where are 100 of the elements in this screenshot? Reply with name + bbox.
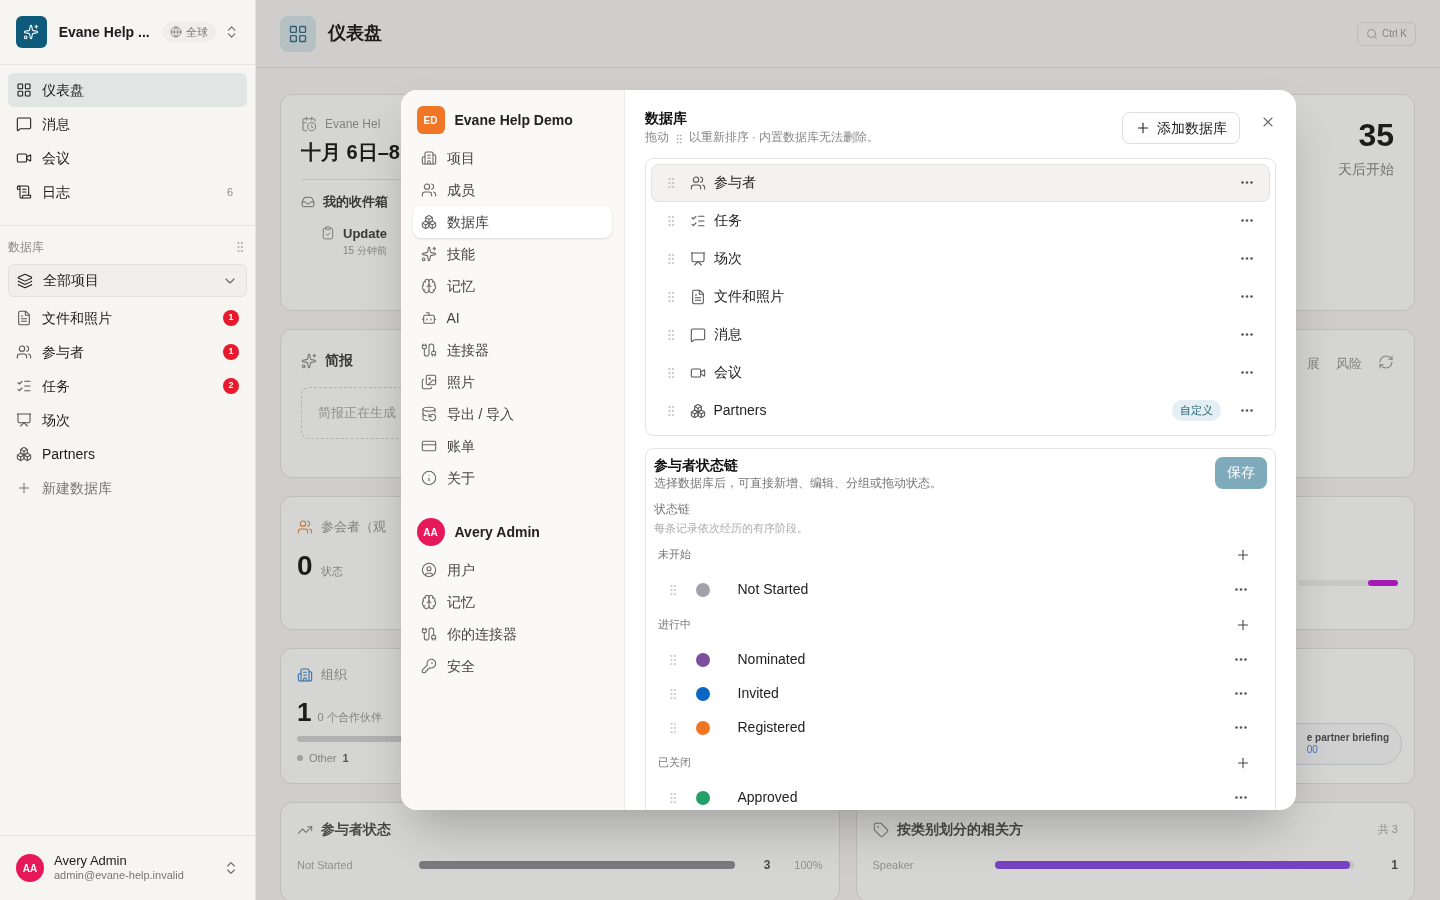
document-icon: [689, 288, 706, 305]
section-title: 数据库: [8, 239, 44, 256]
status-row[interactable]: Registered: [653, 710, 1267, 745]
more-icon[interactable]: [1234, 796, 1247, 799]
settings-nav-item[interactable]: 导出 / 导入: [412, 398, 612, 430]
more-icon[interactable]: [1240, 333, 1253, 336]
group-label: 未开始: [657, 547, 691, 563]
database-item[interactable]: Partners: [8, 437, 247, 471]
users-icon: [297, 518, 313, 535]
more-icon[interactable]: [1234, 692, 1247, 695]
settings-nav-item[interactable]: 你的连接器: [412, 618, 612, 650]
user-email: admin@evane-help.invalid: [54, 869, 184, 883]
card-title: 参会者（观: [321, 518, 386, 536]
status-row[interactable]: Not Started: [653, 572, 1267, 607]
calendar-icon: [301, 116, 317, 132]
group-label: 进行中: [657, 617, 691, 633]
status-label: Registered: [737, 718, 806, 737]
database-item[interactable]: 场次: [8, 403, 247, 437]
database-row[interactable]: 消息: [650, 315, 1270, 354]
partner-count: 1: [297, 695, 312, 729]
grid-icon: [16, 82, 32, 98]
card-icon: [420, 438, 437, 454]
add-database-button[interactable]: 添加数据库: [1121, 112, 1240, 144]
key-icon: [420, 658, 437, 674]
count-label: 0 个合作伙伴: [317, 709, 382, 725]
settings-nav-item[interactable]: AI: [412, 302, 612, 334]
cubes-icon: [16, 446, 32, 462]
database-row[interactable]: 参与者: [650, 163, 1270, 202]
database-row[interactable]: Partners 自定义: [650, 391, 1270, 430]
grid-icon: [288, 23, 308, 44]
more-icon[interactable]: [1240, 371, 1253, 374]
settings-nav-item[interactable]: 记忆: [412, 586, 612, 618]
more-icon[interactable]: [1234, 588, 1247, 591]
status-row[interactable]: Nominated: [653, 642, 1267, 677]
user-footer[interactable]: AA Avery Admin admin@evane-help.invalid: [0, 835, 255, 900]
database-row[interactable]: 任务: [650, 201, 1270, 240]
count-badge: 1: [223, 344, 239, 360]
row-label: Not Started: [297, 857, 354, 873]
more-icon[interactable]: [1234, 726, 1247, 729]
more-icon[interactable]: [1240, 219, 1253, 222]
more-icon[interactable]: [1240, 409, 1253, 412]
days-count: 35: [1358, 119, 1394, 151]
users-icon: [16, 344, 32, 360]
cable-icon: [420, 626, 437, 642]
database-row[interactable]: 文件和照片: [650, 277, 1270, 316]
scroll-icon: [16, 184, 32, 200]
chat-icon: [689, 326, 706, 343]
database-item[interactable]: 文件和照片 1: [8, 301, 247, 335]
status-row[interactable]: Invited: [653, 676, 1267, 711]
status-row[interactable]: Approved: [653, 780, 1267, 810]
settings-nav-item[interactable]: 连接器: [412, 334, 612, 366]
task-time: 15 分钟前: [343, 244, 388, 258]
settings-nav-item[interactable]: 关于: [412, 462, 612, 494]
refresh-icon: [1378, 354, 1394, 370]
clipboard-icon: [321, 225, 335, 240]
cubes-icon: [420, 214, 437, 230]
chain-subtitle: 选择数据库后，可直接新增、编辑、分组或拖动状态。: [653, 475, 942, 492]
users-icon: [689, 174, 706, 191]
user-avatar: AA: [416, 518, 445, 546]
more-icon[interactable]: [1240, 295, 1253, 298]
video-icon: [16, 150, 32, 166]
brain-icon: [420, 278, 437, 294]
pill-subtitle: 00: [1306, 744, 1319, 757]
database-item[interactable]: 任务 2: [8, 369, 247, 403]
document-icon: [16, 310, 32, 326]
custom-tag: 自定义: [1171, 400, 1221, 421]
settings-nav-item[interactable]: 安全: [412, 650, 612, 682]
settings-nav-item[interactable]: 项目: [412, 142, 612, 174]
new-database-link[interactable]: 新建数据库: [8, 471, 247, 505]
settings-nav-item[interactable]: 数据库: [412, 206, 612, 238]
nav-item[interactable]: 仪表盘: [8, 73, 247, 107]
more-icon[interactable]: [1240, 257, 1253, 260]
more-icon[interactable]: [1234, 658, 1247, 661]
nav-item[interactable]: 会议: [8, 141, 247, 175]
settings-nav-item[interactable]: 账单: [412, 430, 612, 462]
settings-nav-item[interactable]: 技能: [412, 238, 612, 270]
event-dates: 十月 6日–8: [301, 140, 401, 165]
more-icon[interactable]: [1240, 181, 1253, 184]
filter-dropdown[interactable]: 全部项目: [8, 264, 247, 297]
settings-nav-item[interactable]: 用户: [412, 554, 612, 586]
card-title: 按类别划分的相关方: [896, 820, 1023, 839]
images-icon: [420, 374, 437, 390]
info-icon: [420, 470, 437, 486]
nav-item[interactable]: 日志 6: [8, 175, 247, 209]
scope-badge[interactable]: 全球: [161, 21, 216, 43]
settings-nav-item[interactable]: 记忆: [412, 270, 612, 302]
nav-item[interactable]: 消息: [8, 107, 247, 141]
cubes-icon: [689, 402, 706, 419]
org-name: Evane Help Demo: [454, 110, 573, 130]
settings-nav-item[interactable]: 成员: [412, 174, 612, 206]
hint-text: 拖动: [644, 128, 669, 146]
task-title: Update: [343, 224, 388, 243]
card-title: 组织: [321, 666, 347, 684]
tag-icon: [872, 821, 889, 838]
cable-icon: [420, 342, 437, 358]
status-label: Invited: [737, 684, 779, 703]
database-row[interactable]: 会议: [650, 353, 1270, 392]
settings-nav-item[interactable]: 照片: [412, 366, 612, 398]
database-row[interactable]: 场次: [650, 239, 1270, 278]
database-item[interactable]: 参与者 1: [8, 335, 247, 369]
